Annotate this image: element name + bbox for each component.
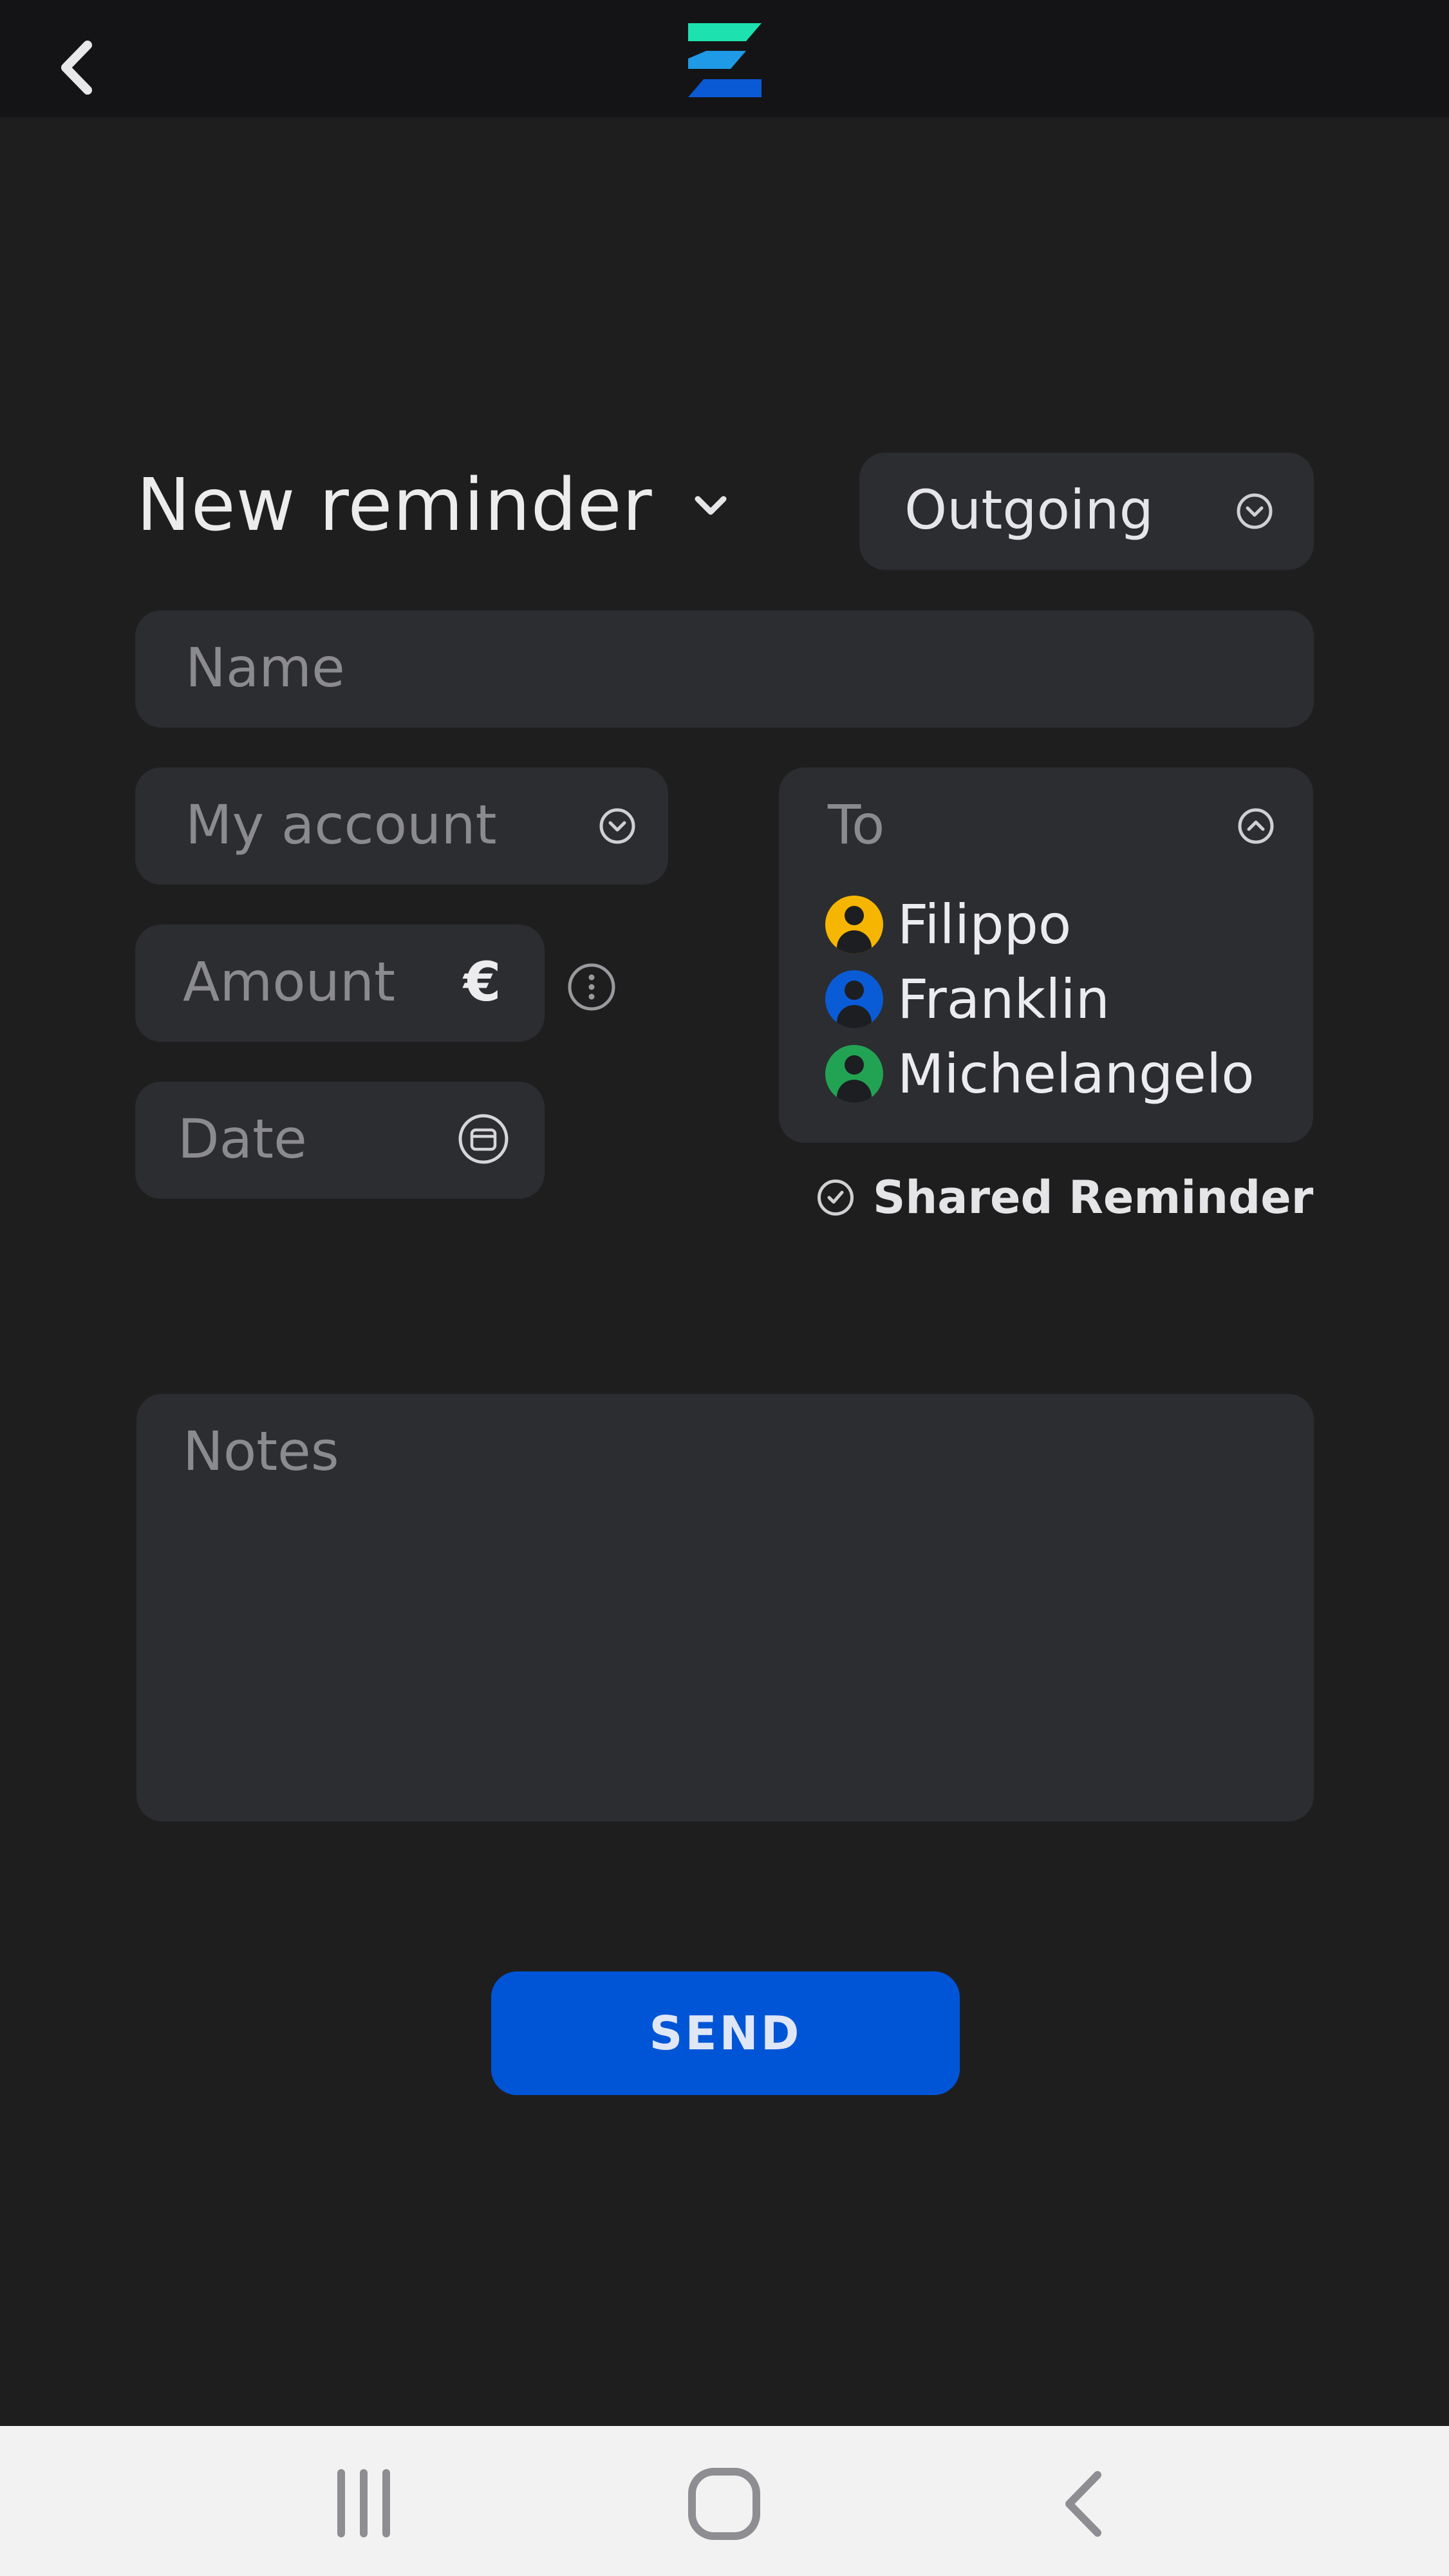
chevron-down-circle-icon bbox=[599, 808, 635, 844]
system-back-button[interactable] bbox=[1043, 2462, 1126, 2546]
name-input[interactable]: Name bbox=[135, 610, 1314, 728]
reminder-type-selector[interactable]: New reminder bbox=[136, 460, 730, 550]
date-input[interactable]: Date bbox=[135, 1082, 545, 1199]
avatar-person-icon bbox=[825, 1045, 883, 1103]
amount-input[interactable]: Amount € bbox=[135, 925, 545, 1042]
shared-reminder-toggle[interactable]: Shared Reminder bbox=[818, 1169, 1313, 1227]
recipient-item[interactable]: Franklin bbox=[825, 967, 1110, 1031]
system-navigation-bar bbox=[0, 2426, 1449, 2576]
notes-textarea[interactable]: Notes bbox=[136, 1394, 1314, 1821]
info-options-icon[interactable] bbox=[566, 962, 617, 1012]
back-button[interactable] bbox=[51, 39, 103, 97]
direction-dropdown[interactable]: Outgoing bbox=[859, 453, 1314, 570]
back-icon bbox=[1065, 2471, 1101, 2537]
recipients-panel[interactable]: To Filippo Franklin Michelangelo bbox=[779, 767, 1313, 1143]
name-placeholder: Name bbox=[185, 636, 345, 699]
chevron-down-icon bbox=[695, 496, 727, 515]
recipient-item[interactable]: Filippo bbox=[825, 892, 1071, 957]
recipient-name: Filippo bbox=[897, 893, 1072, 956]
app-logo-icon bbox=[688, 23, 762, 97]
recent-apps-button[interactable] bbox=[322, 2465, 406, 2542]
euro-symbol: € bbox=[463, 950, 501, 1013]
account-placeholder: My account bbox=[185, 793, 497, 856]
send-label: SEND bbox=[649, 2006, 802, 2060]
recent-apps-icon bbox=[337, 2469, 390, 2537]
send-button[interactable]: SEND bbox=[491, 1971, 960, 2095]
avatar-person-icon bbox=[825, 970, 883, 1028]
shared-reminder-label: Shared Reminder bbox=[873, 1171, 1314, 1224]
notes-placeholder: Notes bbox=[183, 1420, 339, 1483]
chevron-left-icon bbox=[61, 41, 92, 95]
date-placeholder: Date bbox=[178, 1107, 307, 1170]
recipient-name: Franklin bbox=[897, 968, 1110, 1031]
page-title: New reminder bbox=[136, 464, 653, 547]
calendar-icon[interactable] bbox=[457, 1113, 510, 1165]
avatar-person-icon bbox=[825, 896, 883, 954]
recipient-name: Michelangelo bbox=[897, 1042, 1255, 1105]
chevron-up-circle-icon[interactable] bbox=[1237, 807, 1275, 845]
home-button[interactable] bbox=[682, 2462, 766, 2546]
home-icon bbox=[688, 2468, 760, 2540]
direction-value: Outgoing bbox=[904, 478, 1154, 541]
top-bar bbox=[0, 0, 1449, 117]
recipient-item[interactable]: Michelangelo bbox=[825, 1042, 1255, 1106]
account-dropdown[interactable]: My account bbox=[135, 767, 668, 885]
chevron-down-circle-icon bbox=[1237, 493, 1273, 529]
to-placeholder: To bbox=[828, 793, 885, 856]
check-circle-icon bbox=[818, 1180, 854, 1216]
amount-placeholder: Amount bbox=[183, 950, 396, 1013]
